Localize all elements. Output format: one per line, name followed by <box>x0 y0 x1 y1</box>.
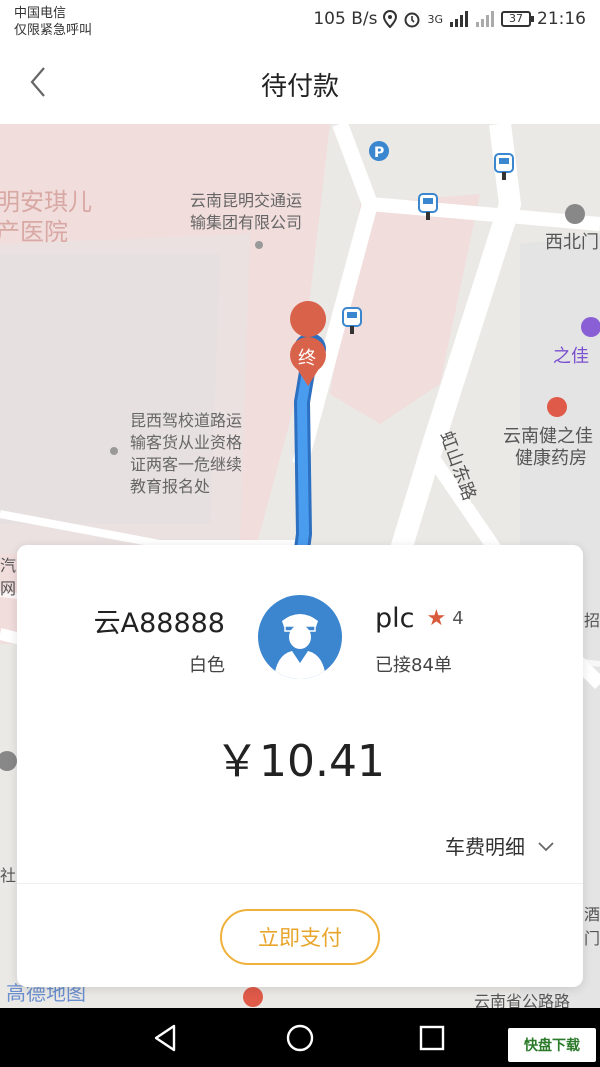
star-icon: ★ <box>426 606 447 631</box>
nav-back-button[interactable] <box>148 1020 184 1056</box>
star-poi-icon <box>243 987 263 1007</box>
map-label-zhao: 招 <box>584 611 600 630</box>
map-label-zhijia: 之佳 <box>553 346 589 367</box>
driver-rating: 4 <box>452 608 464 629</box>
order-card: 云A88888 白色 plc ★ 4 已接84单 ￥10.41 车费明细 立即支… <box>17 545 583 987</box>
net-speed: 105 B/s <box>313 9 378 29</box>
map-label-qi: 汽 <box>0 556 16 575</box>
car-color: 白色 <box>189 655 225 676</box>
driver-avatar <box>258 595 342 679</box>
metro-icon <box>565 204 585 224</box>
signal-icon <box>450 11 468 27</box>
poi-dot-icon <box>110 447 118 455</box>
driver-order-count: 已接84单 <box>375 655 452 676</box>
map-label-xibeimen: 西北门 <box>545 232 599 253</box>
map-label-provincial-road: 云南省公路路 <box>474 992 570 1008</box>
map-label-men: 门 <box>584 929 600 948</box>
title-bar: 待付款 <box>0 42 600 124</box>
battery-icon: 37 <box>501 11 534 27</box>
nav-home-button[interactable] <box>282 1020 318 1056</box>
driver-info: plc ★ 4 <box>375 603 464 634</box>
carrier-info: 中国电信 仅限紧急呼叫 <box>14 5 92 39</box>
map-label-she: 社 <box>0 866 16 885</box>
map-label-wang: 网 <box>0 579 16 598</box>
status-bar: 中国电信 仅限紧急呼叫 105 B/s 3G 37 21:16 <box>0 0 600 42</box>
pay-now-button[interactable]: 立即支付 <box>220 909 380 965</box>
driver-icon <box>274 614 326 679</box>
carrier-note: 仅限紧急呼叫 <box>14 23 93 38</box>
status-icons: 105 B/s 3G 37 21:16 <box>313 9 586 29</box>
location-icon <box>383 10 398 28</box>
license-plate: 云A88888 <box>93 608 225 639</box>
end-marker-label: 终 <box>298 348 316 369</box>
page-title: 待付款 <box>260 72 339 102</box>
home-circle-icon <box>286 1024 314 1052</box>
back-triangle-icon <box>154 1024 176 1052</box>
parking-icon: P <box>374 145 384 161</box>
pharmacy-icon <box>547 397 567 417</box>
fare-detail-toggle[interactable]: 车费明细 <box>445 831 555 860</box>
clock: 21:16 <box>537 9 586 29</box>
chevron-down-icon <box>538 841 554 851</box>
fare-amount: ￥10.41 <box>215 736 385 787</box>
map-label-jiu: 酒 <box>584 905 600 924</box>
carrier-name: 中国电信 <box>14 6 67 21</box>
poi-dot-icon <box>255 241 263 249</box>
network-type: 3G <box>427 12 443 26</box>
map-label-pharmacy: 云南健之佳健康药房 <box>503 426 593 469</box>
nav-recents-button[interactable] <box>414 1020 450 1056</box>
alarm-icon <box>404 12 420 28</box>
driver-name: plc <box>375 603 415 634</box>
system-nav-bar: 快盘下载 <box>0 1008 600 1067</box>
watermark-logo: 快盘下载 <box>508 1028 596 1062</box>
signal-2-icon <box>476 11 494 27</box>
fare-detail-label: 车费明细 <box>445 835 525 859</box>
recents-square-icon <box>419 1025 445 1051</box>
divider <box>17 883 583 884</box>
